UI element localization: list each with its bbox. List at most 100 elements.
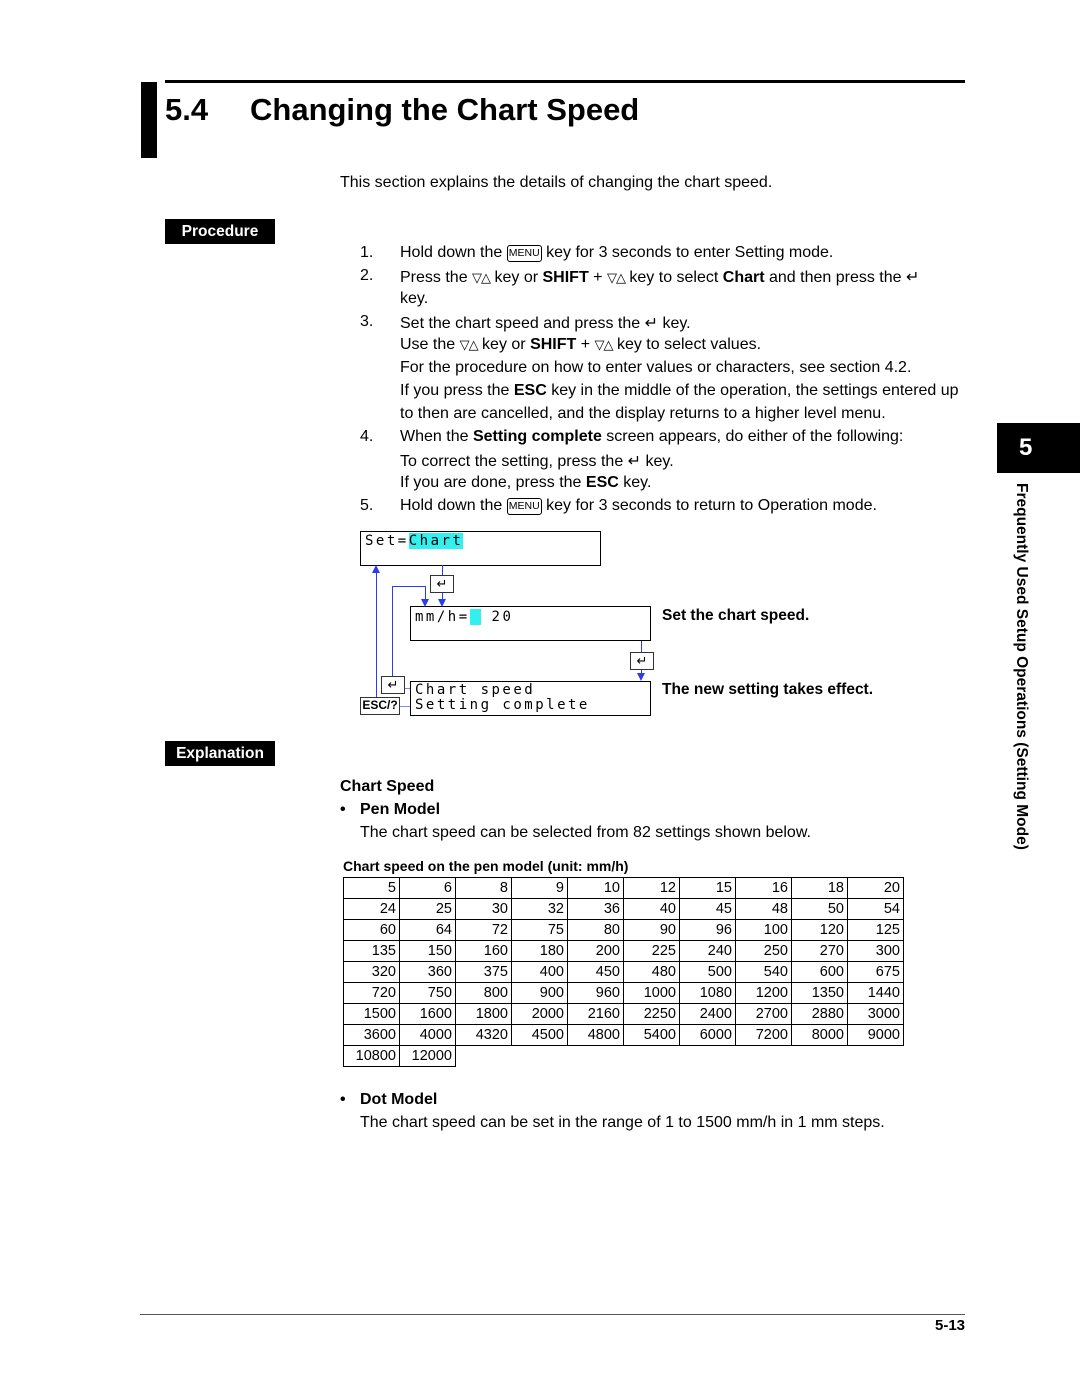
text-segment: key. (618, 474, 652, 491)
text-segment: key. (658, 315, 691, 332)
text-segment: Hold down the (400, 244, 507, 261)
text-segment: To correct the setting, press the (400, 453, 628, 470)
arrow-line (392, 586, 393, 678)
speed-cell: 720 (343, 982, 400, 1004)
explanation-badge: Explanation (165, 741, 275, 766)
speed-cell: 10800 (343, 1045, 400, 1067)
top-rule (165, 80, 965, 83)
annotation-set-speed: Set the chart speed. (662, 607, 810, 624)
text-segment: key or (477, 336, 531, 353)
chapter-tab: 5 (997, 423, 1080, 473)
page-number: 5-13 (935, 1317, 966, 1334)
speed-cell: 8000 (791, 1024, 848, 1046)
speed-cell: 10 (567, 877, 624, 899)
pen-model-text: The chart speed can be selected from 82 … (360, 824, 811, 841)
speed-cell: 80 (567, 919, 624, 941)
chart-speed-table: 5 6 8 9 10 12 15 16 18 20 24 25 30 32 36 40 45 48 50 54 60 64… (343, 877, 904, 1067)
arrow-line (392, 586, 426, 587)
table-row: 720 750 800 900 960 1000 1080 1200 1350 1440 (343, 982, 904, 1004)
enter-key-icon: ↵ (630, 652, 654, 670)
speed-cell: 4000 (399, 1024, 456, 1046)
step-text: If you press the ESC key in the middle o… (400, 382, 959, 400)
speed-cell: 240 (679, 940, 736, 962)
speed-cell: 8 (455, 877, 512, 899)
speed-cell: 540 (735, 961, 792, 983)
footer-rule (140, 1314, 965, 1315)
speed-cell: 40 (623, 898, 680, 920)
step-text: Press the ▽△ key or SHIFT + ▽△ key to se… (400, 267, 919, 287)
speed-cell: 30 (455, 898, 512, 920)
text-segment: For the procedure on how to enter values… (400, 359, 912, 376)
step-text: Set the chart speed and press the ↵ key. (400, 313, 691, 333)
table-row: 320 360 375 400 450 480 500 540 600 675 (343, 961, 904, 983)
speed-cell: 400 (511, 961, 568, 983)
arrow-head (372, 565, 380, 573)
lcd-selected-value: Chart (408, 533, 464, 549)
speed-cell: 125 (847, 919, 904, 941)
speed-cell: 480 (623, 961, 680, 983)
speed-cell: 45 (679, 898, 736, 920)
speed-cell: 24 (343, 898, 400, 920)
table-row: 1500 1600 1800 2000 2160 2250 2400 2700 2880 3000 (343, 1003, 904, 1025)
section-marker (141, 82, 157, 158)
speed-cell: 25 (399, 898, 456, 920)
step-text: To correct the setting, press the ↵ key. (400, 451, 674, 471)
lcd-label: Set= (365, 533, 409, 549)
speed-cell: 150 (399, 940, 456, 962)
arrow-head (438, 599, 446, 607)
speed-cell: 5 (343, 877, 400, 899)
speed-cell: 1200 (735, 982, 792, 1004)
step-text: Hold down the MENU key for 3 seconds to … (400, 244, 833, 262)
speed-cell: 500 (679, 961, 736, 983)
chart-speed-heading: Chart Speed (340, 778, 435, 795)
lcd-line2: Setting complete (415, 697, 590, 713)
speed-cell: 375 (455, 961, 512, 983)
table-caption: Chart speed on the pen model (unit: mm/h… (343, 858, 629, 874)
speed-cell: 160 (455, 940, 512, 962)
lcd-speed-entry: mm/h= 20 (410, 606, 651, 641)
enter-key-icon: ↵ (627, 453, 642, 470)
speed-cell: 60 (343, 919, 400, 941)
dot-model-text: The chart speed can be set in the range … (360, 1114, 885, 1131)
speed-cell: 100 (735, 919, 792, 941)
speed-cell: 600 (791, 961, 848, 983)
dot-model-heading: Dot Model (360, 1091, 438, 1108)
speed-cell: 4500 (511, 1024, 568, 1046)
step-text: Hold down the MENU key for 3 seconds to … (400, 497, 877, 515)
speed-cell: 320 (343, 961, 400, 983)
menu-key-icon: MENU (506, 245, 542, 262)
speed-cell: 750 (399, 982, 456, 1004)
speed-cell: 1350 (791, 982, 848, 1004)
speed-cell: 1440 (847, 982, 904, 1004)
speed-cell: 2000 (511, 1003, 568, 1025)
text-segment: + (576, 336, 595, 353)
speed-cell: 72 (455, 919, 512, 941)
text-segment: key. (641, 453, 674, 470)
updown-key-icon: ▽△ (472, 270, 491, 285)
text-segment: ESC (585, 474, 619, 491)
lcd-label: mm/h= (415, 609, 470, 625)
text-segment: key for 3 seconds to return to Operation… (541, 497, 877, 514)
speed-cell: 300 (847, 940, 904, 962)
enter-key-icon: ↵ (644, 315, 659, 332)
lcd-value: 20 (491, 609, 514, 625)
speed-cell: 3000 (847, 1003, 904, 1025)
speed-cell: 360 (399, 961, 456, 983)
speed-cell: 12000 (399, 1045, 456, 1067)
text-segment: key. (400, 290, 429, 307)
text-segment: screen appears, do either of the followi… (601, 428, 904, 445)
text-segment: Press the (400, 269, 473, 286)
arrow-head (637, 673, 645, 681)
speed-cell: 20 (847, 877, 904, 899)
updown-key-icon: ▽△ (606, 270, 626, 285)
text-segment: When the (400, 428, 473, 445)
step-number: 2. (360, 267, 374, 284)
step-number: 4. (360, 428, 374, 445)
text-segment: + (588, 269, 607, 286)
speed-cell: 2400 (679, 1003, 736, 1025)
arrow-line (376, 572, 377, 697)
speed-cell: 1600 (399, 1003, 456, 1025)
updown-key-icon: ▽△ (594, 337, 614, 352)
lcd-cursor (469, 609, 481, 625)
table-row: 135 150 160 180 200 225 240 250 270 300 (343, 940, 904, 962)
